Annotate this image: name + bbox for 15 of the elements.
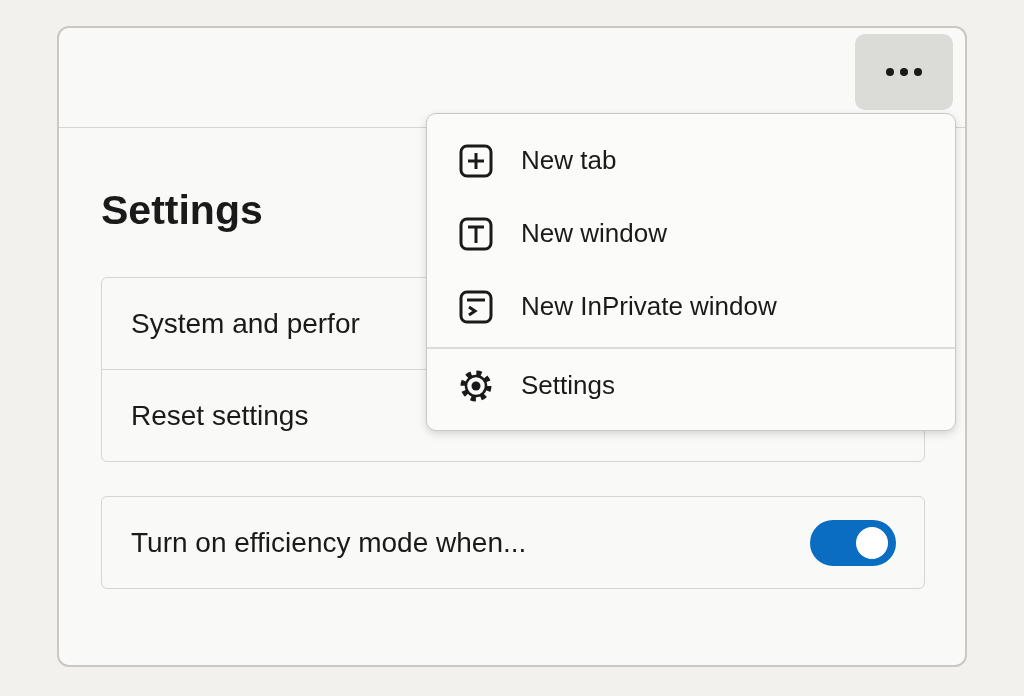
menu-item[interactable]: New tab [427,124,955,197]
menu-item[interactable]: New InPrivate window [427,270,955,343]
more-icon [883,67,925,77]
private-window-icon [459,289,493,324]
menu-item[interactable]: Settings [427,349,955,422]
more-button[interactable] [855,34,953,110]
settings-category-link[interactable]: System and perfor [131,307,360,340]
page-title: Settings [101,188,263,234]
plus-square-icon [459,143,493,178]
setting-label: Turn on efficiency mode when... [131,526,527,559]
menu-item[interactable]: New window [427,197,955,270]
window-icon [459,216,493,251]
toggle-switch[interactable] [810,519,896,566]
settings-icon [459,368,493,403]
settings-category-link[interactable]: Reset settings [131,399,309,432]
